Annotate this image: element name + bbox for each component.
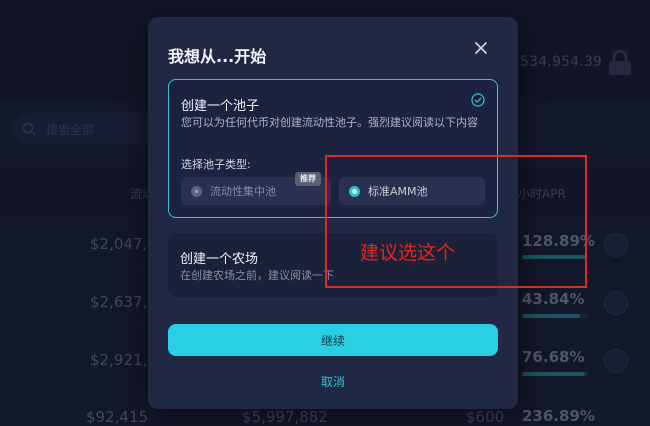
farm-card-description: 在创建农场之前，建议阅读一下 (180, 269, 334, 282)
recommended-badge: 推荐 (295, 172, 321, 186)
farm-card-title: 创建一个农场 (180, 252, 259, 267)
modal-title: 我想从...开始 (168, 47, 267, 66)
cancel-button[interactable]: 取消 (148, 373, 518, 390)
radio-unselected-icon (191, 185, 202, 197)
annotation-text: 建议选这个 (360, 242, 456, 264)
annotation-box (325, 155, 587, 288)
close-icon[interactable] (472, 39, 490, 57)
pool-card-title: 创建一个池子 (181, 99, 260, 114)
option-label: 流动性集中池 (210, 185, 276, 198)
pool-card-description: 您可以为任何代币对创建流动性池子。强烈建议阅读以下内容 (181, 116, 478, 129)
continue-button[interactable]: 继续 (168, 324, 498, 356)
pool-type-label: 选择池子类型: (181, 158, 251, 171)
check-circle-icon (471, 93, 485, 107)
